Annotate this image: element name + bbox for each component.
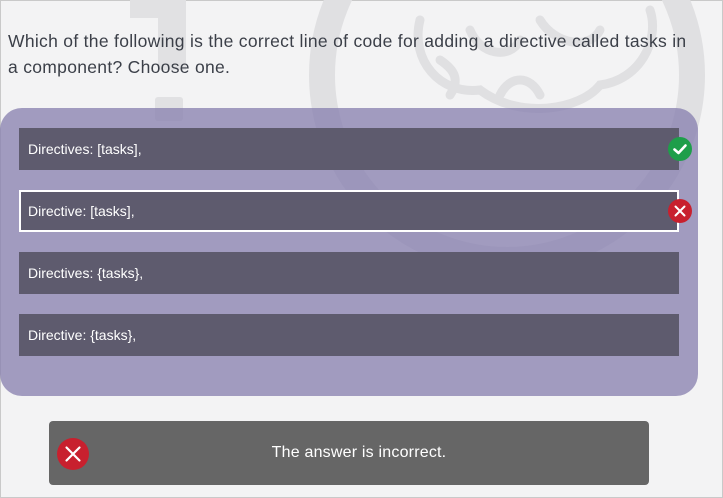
- error-x-icon: [56, 437, 90, 471]
- option-2[interactable]: Directive: [tasks],: [19, 190, 679, 232]
- option-1[interactable]: Directives: [tasks],: [19, 128, 679, 170]
- correct-check-icon: [668, 137, 692, 161]
- option-3-label: Directives: {tasks},: [28, 265, 144, 281]
- option-4[interactable]: Directive: {tasks},: [19, 314, 679, 356]
- incorrect-x-icon: [668, 199, 692, 223]
- option-1-label: Directives: [tasks],: [28, 141, 142, 157]
- question-text: Which of the following is the correct li…: [8, 31, 687, 77]
- feedback-text: The answer is incorrect.: [271, 444, 447, 461]
- option-3[interactable]: Directives: {tasks},: [19, 252, 679, 294]
- option-2-label: Directive: [tasks],: [28, 203, 135, 219]
- option-4-label: Directive: {tasks},: [28, 327, 137, 343]
- feedback-banner: The answer is incorrect.: [49, 421, 649, 485]
